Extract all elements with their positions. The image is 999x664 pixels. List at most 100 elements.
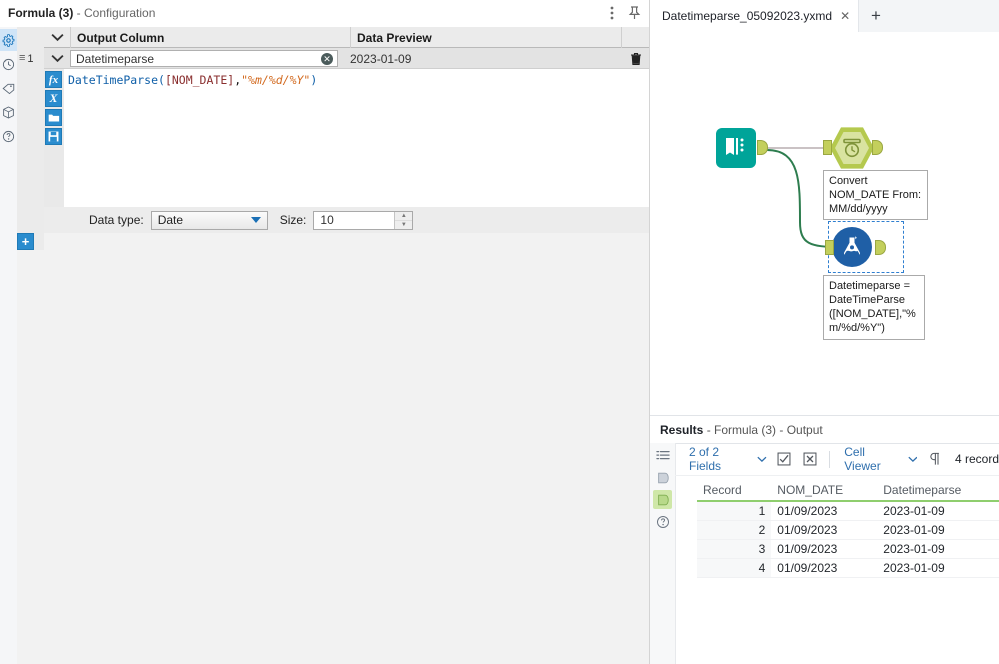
row-chevron-down-icon[interactable] xyxy=(44,48,70,69)
cell-nom-date: 01/09/2023 xyxy=(771,521,877,540)
column-header-datetimeparse[interactable]: Datetimeparse xyxy=(877,481,999,501)
package-icon[interactable] xyxy=(0,101,17,123)
formula-input-anchor[interactable] xyxy=(825,240,834,255)
cell-record: 1 xyxy=(697,501,771,521)
quantity-stepper[interactable]: ▲ ▼ xyxy=(394,212,412,229)
column-header-record[interactable]: Record xyxy=(697,481,771,501)
results-panel: Results - Formula (3) - Output xyxy=(650,416,999,664)
results-rail xyxy=(650,443,676,664)
formula-tool[interactable] xyxy=(832,227,872,267)
formula-editor: fx X DateTimeParse([NOM_DATE],"%m/%d/%Y"… xyxy=(44,69,649,208)
workflow-canvas[interactable]: Convert NOM_DATE From: MM/dd/yyyy Dateti… xyxy=(650,32,999,416)
chevron-down-icon xyxy=(251,217,261,223)
fx-button[interactable]: fx xyxy=(45,71,62,88)
datetime-tool-inner xyxy=(835,131,869,165)
cell-viewer-selector[interactable]: Cell Viewer xyxy=(844,445,917,473)
help-icon[interactable] xyxy=(0,125,17,147)
history-icon[interactable] xyxy=(0,53,17,75)
formula-expression[interactable]: DateTimeParse([NOM_DATE],"%m/%d/%Y") xyxy=(68,73,643,88)
formula-grid: Output Column Data Preview ≡ 1 Datetimep… xyxy=(17,27,649,664)
trash-icon[interactable] xyxy=(627,50,645,67)
table-row[interactable]: 2 01/09/2023 2023-01-09 xyxy=(697,521,999,540)
help-icon[interactable] xyxy=(653,512,672,531)
cell-datetimeparse: 2023-01-09 xyxy=(877,559,999,578)
table-row[interactable]: 4 01/09/2023 2023-01-09 xyxy=(697,559,999,578)
size-label: Size: xyxy=(280,213,307,227)
configuration-panel: Formula (3) - Configuration xyxy=(0,0,650,664)
tab-workflow[interactable]: Datetimeparse_05092023.yxmd ✕ xyxy=(650,0,859,32)
results-header-row: Record NOM_DATE Datetimeparse xyxy=(697,481,999,501)
output-anchor-icon[interactable] xyxy=(653,490,672,509)
flask-icon xyxy=(839,234,865,260)
input-anchor-icon[interactable] xyxy=(653,468,672,487)
list-icon[interactable] xyxy=(653,446,672,465)
column-header-output-column: Output Column xyxy=(70,27,350,48)
new-tab-button[interactable]: + xyxy=(859,0,893,32)
data-type-bar: Data type: Date Size: 10 ▲ ▼ xyxy=(44,207,649,234)
table-row[interactable]: 1 01/09/2023 2023-01-09 xyxy=(697,501,999,521)
size-input[interactable]: 10 ▲ ▼ xyxy=(313,211,413,230)
clock-icon xyxy=(841,137,863,159)
fields-selector[interactable]: 2 of 2 Fields xyxy=(689,445,767,473)
gear-icon[interactable] xyxy=(0,29,17,51)
results-toolbar: 2 of 2 Fields Cell Viewer 4 record xyxy=(675,443,999,476)
drag-grip-icon[interactable]: ≡ xyxy=(19,53,25,64)
variable-button[interactable]: X xyxy=(45,90,62,107)
datetime-tool[interactable] xyxy=(830,126,874,170)
grid-empty-area xyxy=(44,233,649,664)
add-formula-button[interactable]: + xyxy=(17,233,34,250)
cell-datetimeparse: 2023-01-09 xyxy=(877,540,999,559)
folder-icon[interactable] xyxy=(45,109,62,126)
column-header-data-preview: Data Preview xyxy=(350,27,621,48)
clear-circle-icon[interactable]: ✕ xyxy=(321,53,333,65)
config-title-tool: Formula (3) xyxy=(8,6,73,20)
cell-datetimeparse: 2023-01-09 xyxy=(877,521,999,540)
config-title-suffix: - Configuration xyxy=(73,6,155,20)
cell-datetimeparse: 2023-01-09 xyxy=(877,501,999,521)
datetime-annotation: Convert NOM_DATE From: MM/dd/yyyy xyxy=(823,170,928,220)
table-row[interactable]: 3 01/09/2023 2023-01-09 xyxy=(697,540,999,559)
row-number: 1 xyxy=(27,53,33,65)
save-icon[interactable] xyxy=(45,128,62,145)
size-value: 10 xyxy=(314,213,333,227)
column-header-actions xyxy=(621,27,649,48)
close-icon[interactable]: ✕ xyxy=(840,9,850,23)
formula-annotation: Datetimeparse = DateTimeParse ([NOM_DATE… xyxy=(823,275,925,340)
results-title-main: Results xyxy=(660,423,703,437)
cell-viewer-label: Cell Viewer xyxy=(844,445,903,473)
app-window: Formula (3) - Configuration xyxy=(0,0,999,664)
results-title-sub: - Formula (3) - Output xyxy=(703,423,822,437)
fields-label: 2 of 2 Fields xyxy=(689,445,753,473)
toolbar-divider xyxy=(829,451,830,468)
formula-format-string: "%m/%d/%Y" xyxy=(241,73,310,87)
formula-function-name: DateTimeParse( xyxy=(68,73,165,87)
workflow-pane: Datetimeparse_05092023.yxmd ✕ + xyxy=(650,0,999,664)
chevron-down-icon xyxy=(908,456,918,463)
row-drag-handle[interactable]: ≡ 1 xyxy=(17,48,44,69)
chevron-down-icon xyxy=(757,456,767,463)
header-chevron-down-icon[interactable] xyxy=(44,27,70,48)
checkbox-icon[interactable] xyxy=(776,451,793,468)
text-input-tool[interactable] xyxy=(716,128,756,168)
data-type-select[interactable]: Date xyxy=(151,211,268,230)
formula-field-ref: [NOM_DATE] xyxy=(165,73,234,87)
tag-icon[interactable] xyxy=(0,77,17,99)
handle-column-filler xyxy=(17,250,44,664)
datetime-input-anchor[interactable] xyxy=(823,140,832,155)
output-column-input[interactable]: Datetimeparse xyxy=(70,50,338,67)
results-table: Record NOM_DATE Datetimeparse 1 01/09/20… xyxy=(697,481,999,578)
x-box-icon[interactable] xyxy=(802,451,819,468)
book-icon xyxy=(723,136,749,160)
cell-record: 3 xyxy=(697,540,771,559)
results-grid[interactable]: Record NOM_DATE Datetimeparse 1 01/09/20… xyxy=(675,475,999,664)
more-vertical-icon[interactable] xyxy=(603,4,621,22)
stepper-up-icon[interactable]: ▲ xyxy=(395,212,412,221)
datetime-tool-shape xyxy=(830,126,874,170)
cell-nom-date: 01/09/2023 xyxy=(771,559,877,578)
pilcrow-icon[interactable] xyxy=(926,451,943,468)
page-title: Formula (3) - Configuration xyxy=(8,6,155,20)
stepper-down-icon[interactable]: ▼ xyxy=(395,221,412,229)
cell-nom-date: 01/09/2023 xyxy=(771,501,877,521)
pin-icon[interactable] xyxy=(625,4,643,22)
column-header-nom-date[interactable]: NOM_DATE xyxy=(771,481,877,501)
